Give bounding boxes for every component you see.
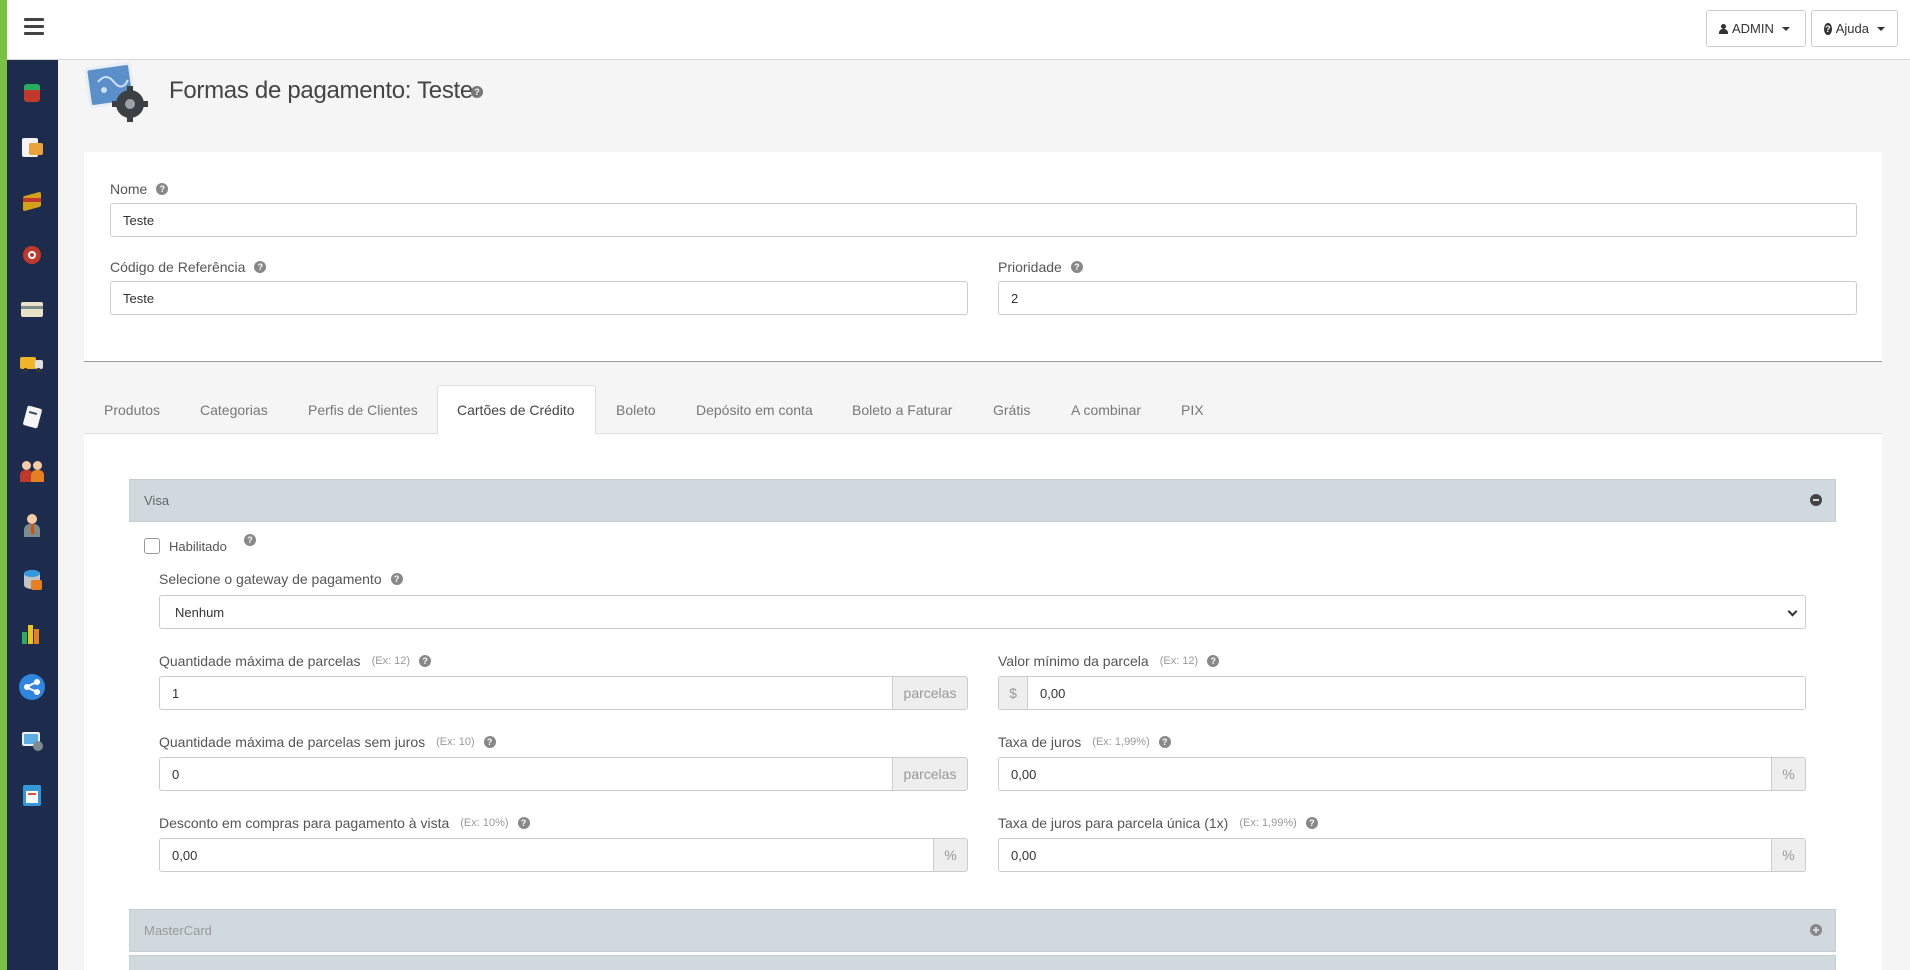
taxa-juros-label: Taxa de juros (Ex: 1,99%) ?	[998, 734, 1171, 750]
general-info-panel	[84, 152, 1882, 362]
top-navbar	[0, 0, 1910, 60]
prioridade-input[interactable]: 2	[998, 281, 1857, 315]
max-parcelas-input-group: 1 parcelas	[159, 676, 968, 710]
taxa-unica-input[interactable]: 0,00	[998, 838, 1772, 872]
parcelas-addon: parcelas	[893, 757, 968, 791]
calendar-icon[interactable]	[19, 782, 45, 808]
desconto-input-group: 0,00 %	[159, 838, 968, 872]
tab-a-combinar[interactable]: A combinar	[1071, 385, 1141, 435]
habilitado-checkbox[interactable]	[144, 538, 160, 554]
gateway-select[interactable]: Nenhum	[159, 595, 1806, 629]
help-icon[interactable]: ?	[1158, 736, 1171, 748]
tab-boleto-a-faturar[interactable]: Boleto a Faturar	[852, 385, 952, 435]
sem-juros-input[interactable]: 0	[159, 757, 893, 791]
percent-addon: %	[1772, 757, 1806, 791]
sem-juros-input-group: 0 parcelas	[159, 757, 968, 791]
habilitado-label: Habilitado	[169, 539, 227, 554]
catalog-icon[interactable]	[19, 134, 45, 160]
tab-boleto[interactable]: Boleto	[616, 385, 656, 435]
customers-icon[interactable]	[19, 458, 45, 484]
help-icon[interactable]: ?	[254, 261, 267, 273]
tab-pix[interactable]: PIX	[1181, 385, 1204, 435]
desconto-label: Desconto em compras para pagamento à vis…	[159, 815, 530, 831]
products-icon[interactable]	[19, 80, 45, 106]
help-icon[interactable]: ?	[1070, 261, 1083, 273]
percent-addon: %	[934, 838, 968, 872]
payment-settings-logo	[84, 60, 154, 126]
accent-stripe	[0, 0, 7, 970]
minus-circle-icon[interactable]	[1810, 494, 1822, 506]
sidebar	[7, 60, 58, 970]
taxa-juros-input-group: 0,00 %	[998, 757, 1806, 791]
help-icon[interactable]: ?	[517, 817, 530, 829]
gateway-selected-value: Nenhum	[175, 604, 225, 620]
visa-title: Visa	[144, 493, 170, 508]
page-title: Formas de pagamento: Teste	[169, 77, 473, 104]
max-parcelas-label: Quantidade máxima de parcelas (Ex: 12) ?	[159, 653, 432, 669]
sem-juros-label: Quantidade máxima de parcelas sem juros …	[159, 734, 496, 750]
promotions-icon[interactable]	[19, 242, 45, 268]
user-icon	[1719, 23, 1728, 34]
desconto-input[interactable]: 0,00	[159, 838, 934, 872]
taxa-unica-input-group: 0,00 %	[998, 838, 1806, 872]
question-circle-icon: ?	[1824, 22, 1832, 35]
caret-down-icon	[1781, 26, 1790, 31]
help-icon[interactable]: ?	[483, 736, 496, 748]
help-dropdown-button[interactable]: ? Ajuda	[1811, 10, 1898, 47]
help-icon[interactable]: ?	[244, 534, 256, 546]
help-icon[interactable]: ?	[390, 573, 403, 585]
help-icon[interactable]: ?	[1305, 817, 1318, 829]
tab-produtos[interactable]: Produtos	[104, 385, 160, 435]
min-parcela-input-group: $ 0,00	[998, 676, 1806, 710]
share-icon[interactable]	[19, 674, 45, 700]
help-icon[interactable]: ?	[156, 183, 169, 195]
mastercard-accordion-header[interactable]: MasterCard	[129, 909, 1836, 952]
help-icon[interactable]: ?	[419, 655, 432, 667]
user-icon[interactable]	[19, 512, 45, 538]
tab-perfis-de-clientes[interactable]: Perfis de Clientes	[308, 385, 418, 435]
menu-toggle-icon[interactable]	[24, 18, 44, 36]
credit-card-icon[interactable]	[19, 296, 45, 322]
help-label: Ajuda	[1835, 21, 1869, 36]
tab-deposito-em-conta[interactable]: Depósito em conta	[696, 385, 813, 435]
prioridade-label: Prioridade ?	[998, 259, 1083, 275]
help-icon[interactable]: ?	[1207, 655, 1220, 667]
tab-categorias[interactable]: Categorias	[200, 385, 268, 435]
nome-label: Nome ?	[110, 181, 169, 197]
shipping-truck-icon[interactable]	[19, 350, 45, 376]
chevron-down-icon	[1787, 606, 1798, 617]
tab-gratis[interactable]: Grátis	[993, 385, 1030, 435]
admin-dropdown-button[interactable]: ADMIN	[1706, 10, 1806, 47]
codigo-referencia-input[interactable]: Teste	[110, 281, 968, 315]
nome-input[interactable]: Teste	[110, 203, 1857, 237]
gateway-label: Selecione o gateway de pagamento ?	[159, 571, 403, 587]
admin-label: ADMIN	[1732, 21, 1774, 36]
database-icon[interactable]	[19, 566, 45, 592]
taxa-unica-label: Taxa de juros para parcela única (1x) (E…	[998, 815, 1318, 831]
help-icon[interactable]: ?	[471, 86, 483, 98]
percent-addon: %	[1772, 838, 1806, 872]
settings-screen-icon[interactable]	[19, 728, 45, 754]
min-parcela-label: Valor mínimo da parcela (Ex: 12) ?	[998, 653, 1220, 669]
plus-circle-icon[interactable]	[1810, 924, 1822, 936]
next-accordion-header[interactable]	[129, 955, 1836, 970]
package-icon[interactable]	[19, 188, 45, 214]
codigo-label: Código de Referência ?	[110, 259, 267, 275]
mastercard-title: MasterCard	[144, 923, 212, 938]
caret-down-icon	[1877, 26, 1885, 31]
parcelas-addon: parcelas	[893, 676, 968, 710]
min-parcela-input[interactable]: 0,00	[1027, 676, 1806, 710]
document-icon[interactable]	[19, 404, 45, 430]
max-parcelas-input[interactable]: 1	[159, 676, 893, 710]
tab-cartoes-de-credito[interactable]: Cartões de Crédito	[437, 385, 596, 435]
taxa-juros-input[interactable]: 0,00	[998, 757, 1772, 791]
reports-chart-icon[interactable]	[19, 620, 45, 646]
visa-accordion-header[interactable]: Visa	[129, 479, 1836, 522]
currency-addon: $	[998, 676, 1027, 710]
